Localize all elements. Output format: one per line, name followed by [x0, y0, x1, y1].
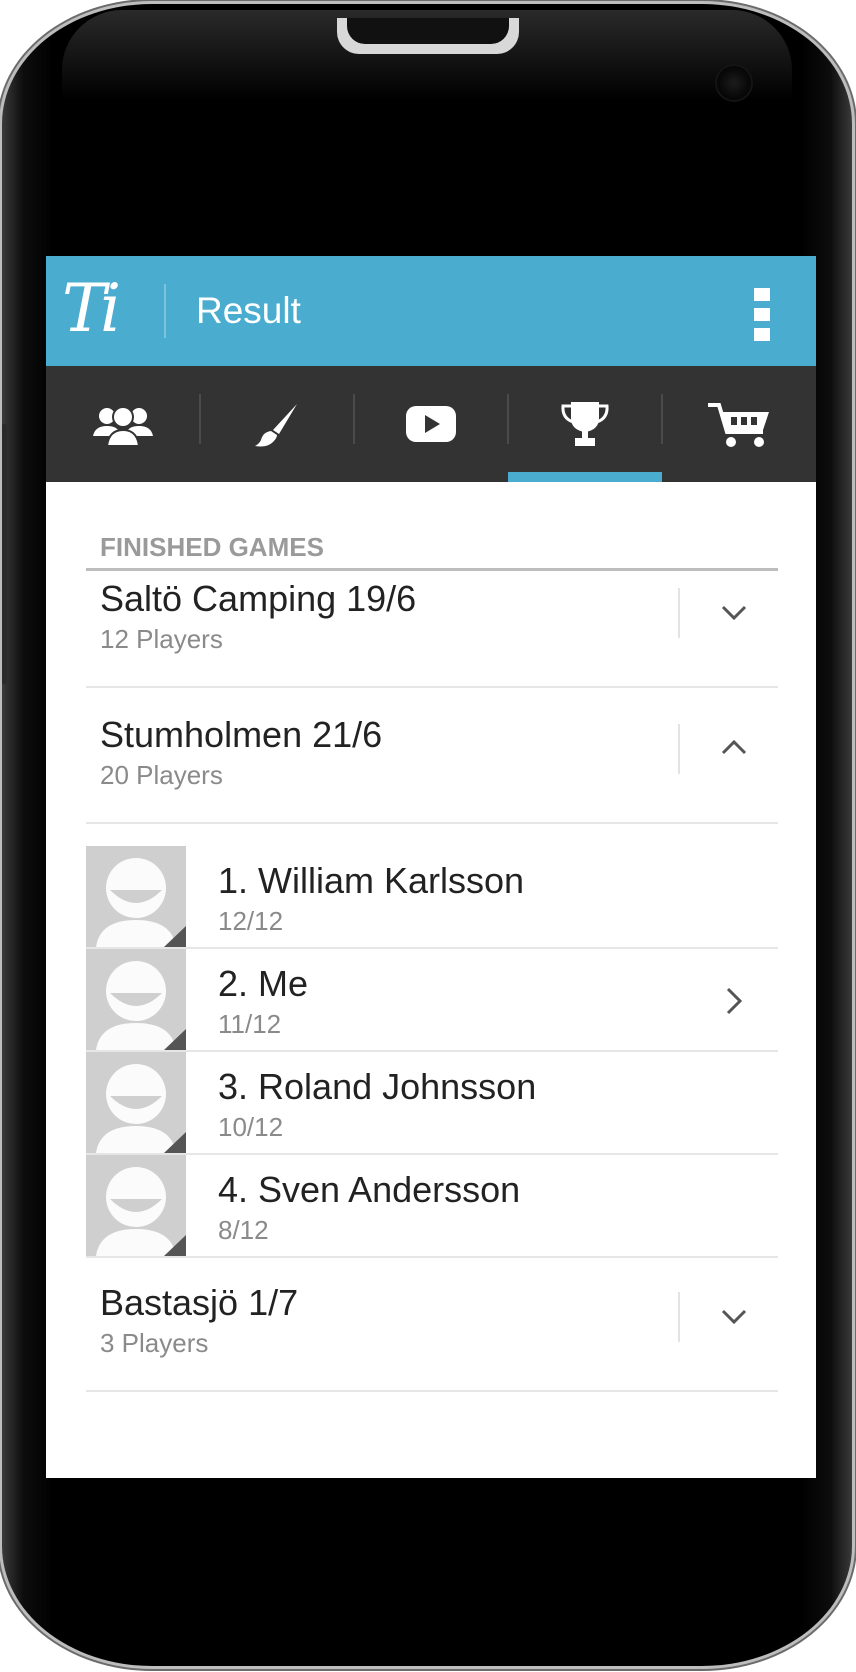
app-logo[interactable]: Ti — [62, 264, 152, 354]
player-score: 8/12 — [218, 1215, 269, 1245]
player-name: 3. Roland Johnsson — [218, 1066, 537, 1107]
play-video-icon — [406, 406, 456, 442]
game-row[interactable]: Saltö Camping 19/6 12 Players — [86, 552, 778, 688]
avatar — [86, 949, 186, 1050]
player-name: 1. William Karlsson — [218, 860, 525, 901]
player-score: 12/12 — [218, 906, 284, 936]
overflow-menu-icon[interactable] — [754, 288, 772, 342]
front-camera — [717, 66, 751, 100]
row-divider — [678, 1292, 680, 1342]
game-title: Saltö Camping 19/6 — [100, 578, 417, 619]
player-score: 10/12 — [218, 1112, 284, 1142]
player-row[interactable]: 2. Me 11/12 — [86, 949, 778, 1052]
game-title: Bastasjö 1/7 — [100, 1282, 299, 1323]
avatar — [86, 1052, 186, 1153]
player-row[interactable]: 4. Sven Andersson 8/12 — [86, 1155, 778, 1258]
expand-chevron-down-icon[interactable] — [714, 1296, 754, 1336]
group-icon — [93, 406, 153, 446]
player-row[interactable]: 3. Roland Johnsson 10/12 — [86, 1052, 778, 1155]
row-divider-line — [86, 1390, 778, 1392]
game-row[interactable]: Bastasjö 1/7 3 Players — [86, 1256, 778, 1392]
earpiece-speaker — [337, 18, 519, 54]
collapse-chevron-up-icon[interactable] — [714, 728, 754, 768]
row-divider-line — [86, 822, 778, 824]
tab-shop[interactable] — [662, 366, 816, 482]
row-divider — [678, 724, 680, 774]
player-name: 4. Sven Andersson — [218, 1169, 521, 1210]
player-row[interactable]: 1. William Karlsson 12/12 — [86, 846, 778, 949]
trophy-icon — [561, 402, 609, 446]
avatar — [86, 1155, 186, 1256]
tab-group[interactable] — [46, 366, 200, 482]
side-button — [2, 424, 7, 684]
selected-tab-indicator — [508, 472, 662, 482]
phone-frame: Ti Result FINISHED GAMES Saltö Camping 1… — [2, 4, 852, 1666]
tab-video[interactable] — [354, 366, 508, 482]
logo-divider — [164, 284, 166, 338]
game-player-count: 20 Players — [100, 760, 223, 790]
shopping-cart-icon — [708, 403, 769, 447]
player-name: 2. Me — [218, 963, 309, 1004]
page-title: Result — [196, 290, 301, 331]
player-score: 11/12 — [218, 1009, 282, 1039]
app-screen: Ti Result FINISHED GAMES Saltö Camping 1… — [46, 256, 816, 1478]
chevron-right-icon[interactable] — [718, 981, 750, 1021]
tab-bar — [46, 366, 816, 482]
brush-icon — [255, 404, 297, 447]
tab-results[interactable] — [508, 366, 662, 482]
tab-paint[interactable] — [200, 366, 354, 482]
game-player-count: 3 Players — [100, 1328, 209, 1358]
game-row-expanded[interactable]: Stumholmen 21/6 20 Players — [86, 688, 778, 824]
avatar — [86, 846, 186, 947]
game-title: Stumholmen 21/6 — [100, 714, 383, 755]
row-divider — [678, 588, 680, 638]
app-bar: Ti Result — [46, 256, 816, 366]
expand-chevron-down-icon[interactable] — [714, 592, 754, 632]
game-player-count: 12 Players — [100, 624, 223, 654]
